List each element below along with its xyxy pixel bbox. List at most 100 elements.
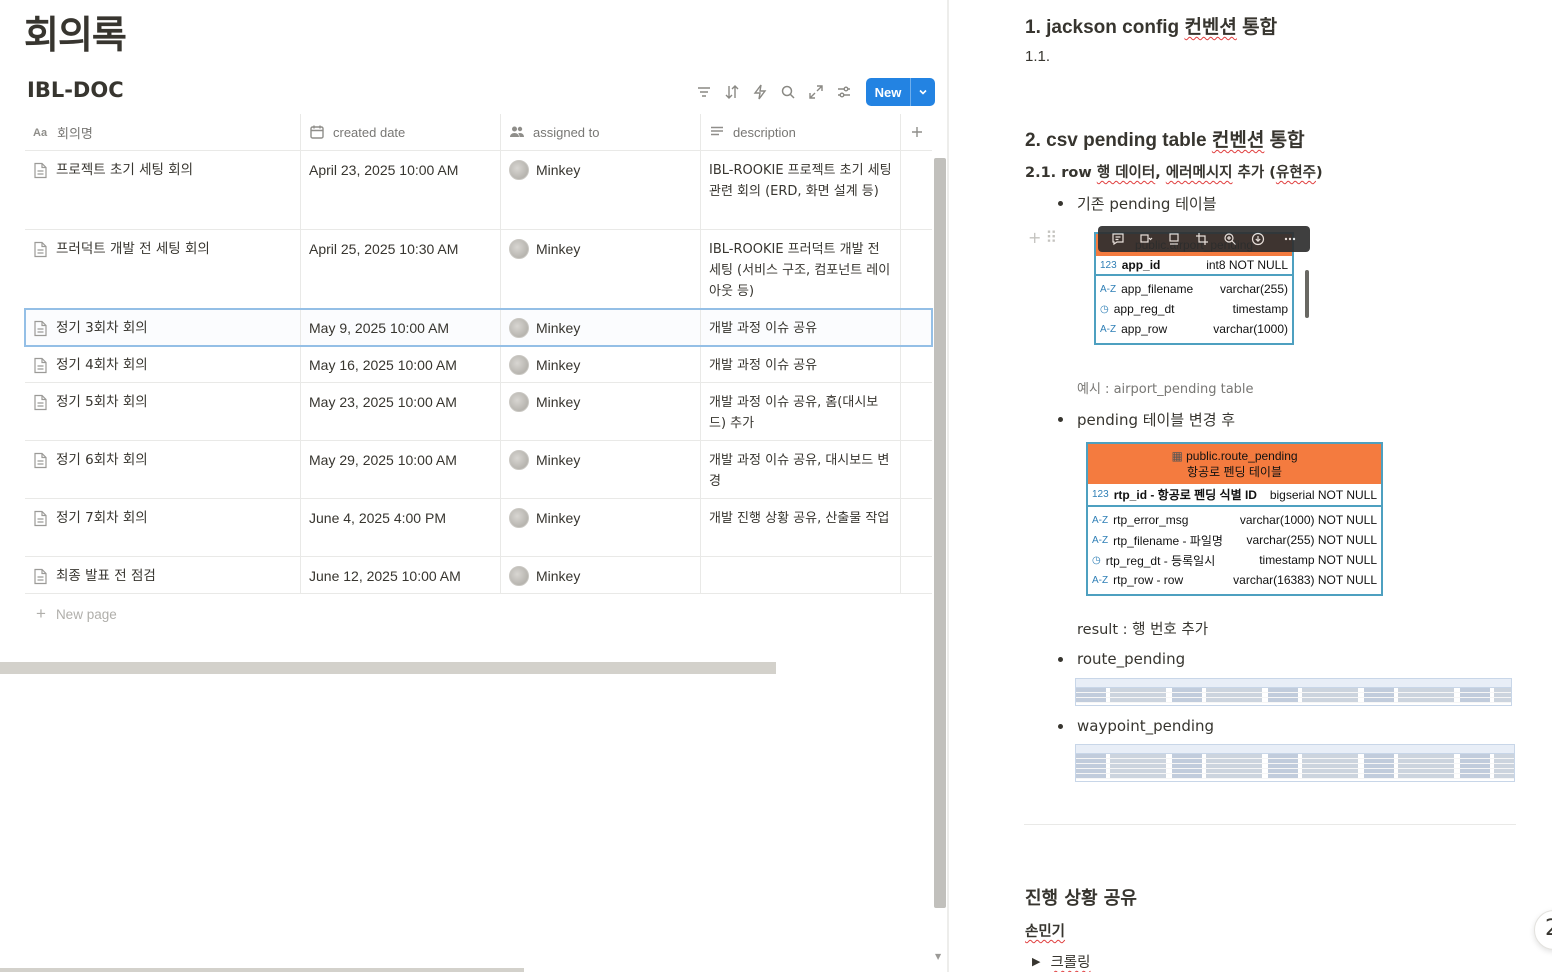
cell-assigned-to[interactable]: Minkey bbox=[501, 383, 701, 440]
erd-field: A-Z app_row varchar(1000) bbox=[1096, 319, 1292, 339]
cell-description[interactable]: IBL-ROOKIE 프로젝트 초기 세팅 관련 회의 (ERD, 화면 설계 … bbox=[701, 151, 901, 229]
image-toolbar bbox=[1098, 226, 1310, 252]
expand-icon[interactable] bbox=[802, 78, 830, 106]
search-icon[interactable] bbox=[774, 78, 802, 106]
cell-description[interactable] bbox=[701, 557, 901, 593]
cell-assigned-to[interactable]: Minkey bbox=[501, 557, 701, 593]
cell-name[interactable]: 프로젝트 초기 세팅 회의 bbox=[25, 151, 301, 229]
cell-assignee-text: Minkey bbox=[536, 241, 581, 257]
automation-icon[interactable] bbox=[746, 78, 774, 106]
cell-created-date[interactable]: April 23, 2025 10:00 AM bbox=[301, 151, 501, 229]
cell-name[interactable]: 프러덕트 개발 전 세팅 회의 bbox=[25, 230, 301, 308]
subheading-text: , bbox=[1155, 165, 1166, 181]
table-row[interactable]: 정기 6회차 회의 May 29, 2025 10:00 AM Minkey 개발 과… bbox=[25, 441, 932, 499]
erd-image-route-pending[interactable]: ▦ public.route_pending 항공로 펜딩 테이블 123 rtp… bbox=[1086, 442, 1383, 596]
comment-icon[interactable] bbox=[1104, 226, 1132, 252]
cell-assigned-to[interactable]: Minkey bbox=[501, 151, 701, 229]
new-page-button[interactable]: + New page bbox=[36, 604, 117, 624]
cell-assignee-text: Minkey bbox=[536, 320, 581, 336]
erd-field-name: rtp_filename - 파일명 bbox=[1113, 533, 1223, 548]
erd-field-name: rtp_error_msg bbox=[1113, 513, 1189, 527]
bullet-item-after-change: pending 테이블 변경 후 bbox=[1058, 409, 1235, 430]
cell-name[interactable]: 정기 3회차 회의 bbox=[25, 309, 301, 345]
column-header-description[interactable]: description bbox=[701, 114, 901, 150]
table-row[interactable]: 최종 발표 전 점검 June 12, 2025 10:00 AM Minkey bbox=[25, 557, 932, 594]
crop-icon[interactable] bbox=[1188, 226, 1216, 252]
table-row[interactable]: 정기 5회차 회의 May 23, 2025 10:00 AM Minkey 개발 과… bbox=[25, 383, 932, 441]
column-header-created-date[interactable]: created date bbox=[301, 114, 501, 150]
table-row[interactable]: 프러덕트 개발 전 세팅 회의 April 25, 2025 10:30 AM Mi… bbox=[25, 230, 932, 309]
divider-line bbox=[1024, 824, 1516, 825]
chevron-down-icon[interactable] bbox=[910, 78, 935, 106]
sort-icon[interactable] bbox=[718, 78, 746, 106]
horizontal-scrollbar[interactable] bbox=[0, 662, 776, 674]
table-row[interactable]: 정기 7회차 회의 June 4, 2025 4:00 PM Minkey 개발 진행… bbox=[25, 499, 932, 557]
scroll-down-arrow-icon[interactable]: ▼ bbox=[935, 952, 941, 961]
heading-text-mark: 컨벤션 bbox=[1184, 17, 1237, 38]
new-button[interactable]: New bbox=[866, 78, 935, 106]
avatar bbox=[509, 508, 529, 528]
toggle-crawling[interactable]: ▶ 크롤링 bbox=[1032, 951, 1091, 972]
table-row[interactable]: 정기 4회차 회의 May 16, 2025 10:00 AM Minkey 개발 과… bbox=[25, 346, 932, 383]
more-options-icon[interactable] bbox=[1276, 226, 1304, 252]
cell-assigned-to[interactable]: Minkey bbox=[501, 499, 701, 556]
column-header-name[interactable]: Aa 회의명 bbox=[25, 114, 301, 150]
database-title[interactable]: IBL-DOC bbox=[27, 78, 124, 102]
cell-name[interactable]: 최종 발표 전 점검 bbox=[25, 557, 301, 593]
cell-name[interactable]: 정기 7회차 회의 bbox=[25, 499, 301, 556]
erd-header-subtitle: 항공로 펜딩 테이블 bbox=[1187, 465, 1282, 479]
cell-name[interactable]: 정기 6회차 회의 bbox=[25, 441, 301, 498]
toggle-triangle-icon[interactable]: ▶ bbox=[1032, 955, 1040, 968]
cell-name[interactable]: 정기 5회차 회의 bbox=[25, 383, 301, 440]
erd-field-name: app_reg_dt bbox=[1113, 302, 1175, 316]
alignment-icon[interactable] bbox=[1132, 226, 1160, 252]
new-button-label[interactable]: New bbox=[866, 78, 910, 106]
cell-assigned-to[interactable]: Minkey bbox=[501, 309, 701, 345]
cell-created-date[interactable]: May 9, 2025 10:00 AM bbox=[301, 309, 501, 345]
screenshot-image-waypoint-pending[interactable] bbox=[1075, 744, 1515, 782]
cell-assignee-text: Minkey bbox=[536, 510, 581, 526]
cell-description[interactable]: 개발 과정 이슈 공유 bbox=[701, 346, 901, 382]
cell-description[interactable]: IBL-ROOKIE 프러덕트 개발 전 세팅 (서비스 구조, 컴포넌트 레이… bbox=[701, 230, 901, 308]
cell-assignee-text: Minkey bbox=[536, 452, 581, 468]
cell-description[interactable]: 개발 과정 이슈 공유, 대시보드 변경 bbox=[701, 441, 901, 498]
drag-handle-icon[interactable]: ⠿ bbox=[1045, 228, 1057, 247]
column-header-label: assigned to bbox=[533, 124, 600, 140]
heading-jackson-config: 1. jackson config 컨벤션 통합 bbox=[1025, 12, 1277, 39]
caption-icon[interactable] bbox=[1160, 226, 1188, 252]
cell-created-date[interactable]: May 23, 2025 10:00 AM bbox=[301, 383, 501, 440]
download-icon[interactable] bbox=[1244, 226, 1272, 252]
screenshot-image-route-pending[interactable] bbox=[1075, 678, 1512, 706]
cell-created-date[interactable]: May 29, 2025 10:00 AM bbox=[301, 441, 501, 498]
cell-description[interactable]: 개발 진행 상황 공유, 산출물 작업 bbox=[701, 499, 901, 556]
cell-created-date[interactable]: June 12, 2025 10:00 AM bbox=[301, 557, 501, 593]
heading-progress-share: 진행 상황 공유 bbox=[1025, 888, 1137, 909]
person-name-text: 손민기 bbox=[1025, 924, 1066, 940]
cell-assigned-to[interactable]: Minkey bbox=[501, 441, 701, 498]
zoom-in-icon[interactable] bbox=[1216, 226, 1244, 252]
subheading-text: 추가 ( bbox=[1232, 165, 1276, 181]
add-block-icon[interactable]: + bbox=[1028, 228, 1041, 247]
filter-icon[interactable] bbox=[690, 78, 718, 106]
bullet-dot bbox=[1058, 201, 1063, 206]
horizontal-scrollbar-bottom[interactable] bbox=[0, 968, 524, 972]
table-row[interactable]: 프로젝트 초기 세팅 회의 April 23, 2025 10:00 AM Mink… bbox=[25, 151, 932, 230]
cell-description[interactable]: 개발 과정 이슈 공유, 홈(대시보드) 추가 bbox=[701, 383, 901, 440]
cell-name-text: 정기 7회차 회의 bbox=[56, 510, 148, 526]
cell-description[interactable]: 개발 과정 이슈 공유 bbox=[701, 309, 901, 345]
column-header-assigned-to[interactable]: assigned to bbox=[501, 114, 701, 150]
image-resize-handle[interactable] bbox=[1305, 270, 1309, 318]
cell-name-text: 정기 6회차 회의 bbox=[56, 452, 148, 468]
block-handle[interactable]: + ⠿ bbox=[1028, 228, 1057, 247]
cell-assigned-to[interactable]: Minkey bbox=[501, 230, 701, 308]
cell-created-date[interactable]: April 25, 2025 10:30 AM bbox=[301, 230, 501, 308]
cell-created-date[interactable]: May 16, 2025 10:00 AM bbox=[301, 346, 501, 382]
vertical-scrollbar[interactable] bbox=[934, 158, 946, 908]
subheading-2-1: 2.1. row 행 데이터, 에러메시지 추가 (유현주) bbox=[1025, 161, 1323, 182]
cell-created-date[interactable]: June 4, 2025 4:00 PM bbox=[301, 499, 501, 556]
add-property-button[interactable] bbox=[901, 114, 932, 150]
cell-assigned-to[interactable]: Minkey bbox=[501, 346, 701, 382]
cell-name[interactable]: 정기 4회차 회의 bbox=[25, 346, 301, 382]
settings-sliders-icon[interactable] bbox=[830, 78, 858, 106]
table-row[interactable]: 정기 3회차 회의 May 9, 2025 10:00 AM Minkey 개발 과정… bbox=[24, 308, 933, 347]
